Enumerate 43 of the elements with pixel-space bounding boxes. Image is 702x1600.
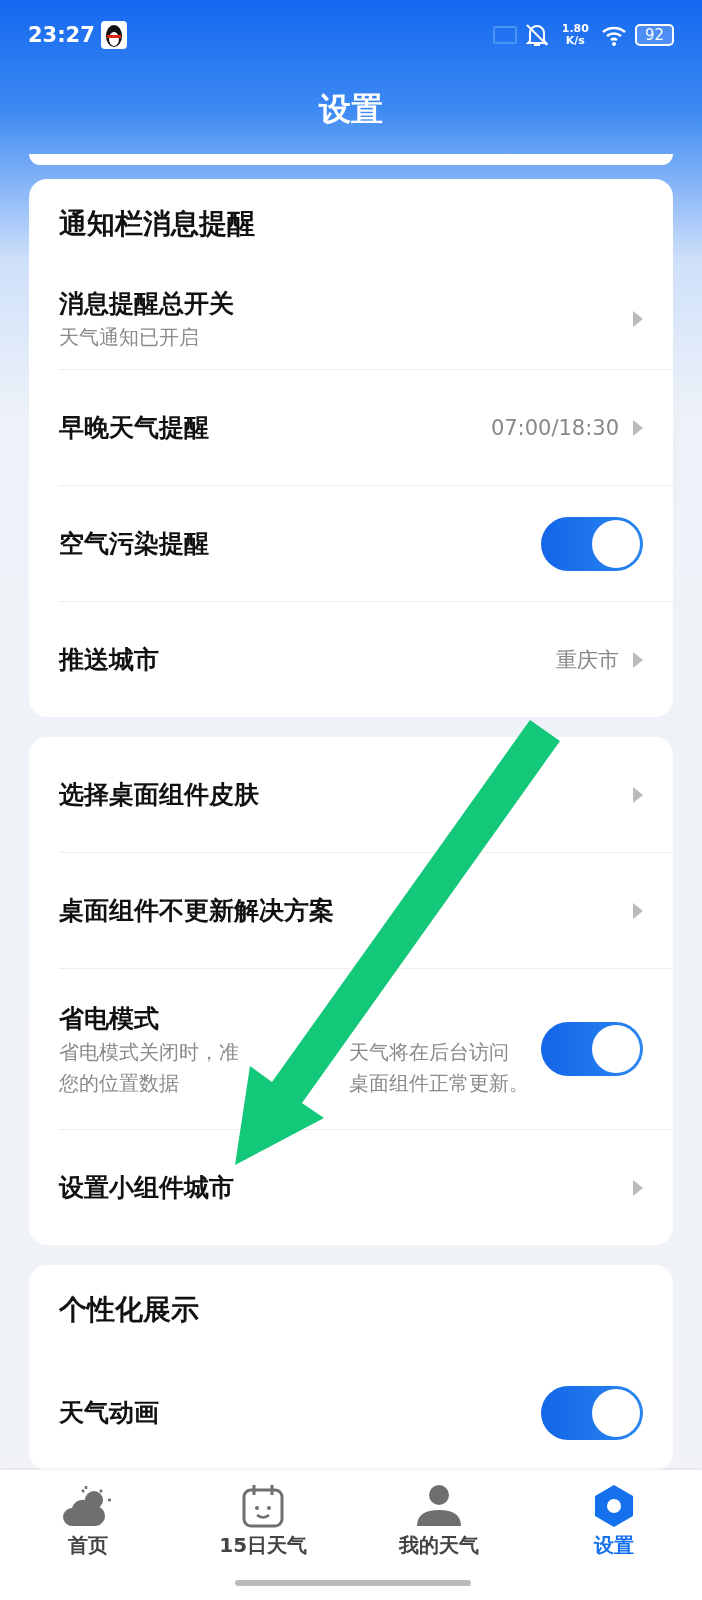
penguin-icon [100,21,127,49]
setting-label: 空气污染提醒 [59,528,210,560]
setting-label: 选择桌面组件皮肤 [59,779,260,811]
chevron-icon [633,786,643,803]
status-time: 23:27 [28,23,95,47]
page-title: 设置 [317,89,384,130]
setting-subtitle: 天气通知已开启 [59,324,200,351]
toggle-switch[interactable] [541,1385,643,1440]
settings-icon [594,1484,635,1528]
setting-label: 桌面组件不更新解决方案 [59,895,335,927]
setting-value: 重庆市 [556,646,619,674]
cloud-sun-icon [61,1484,114,1528]
nav-tab[interactable]: 首页 [0,1470,176,1600]
toggle-switch[interactable] [541,516,643,571]
nav-tab[interactable]: 我的天气 [351,1470,527,1600]
speed-unit: K/s [565,35,585,47]
section-heading: 通知栏消息提醒 [59,206,256,242]
section-heading: 个性化展示 [59,1292,200,1328]
chevron-icon [633,419,643,436]
nav-tab[interactable]: 15日天气 [175,1470,351,1600]
setting-label: 天气动画 [59,1397,160,1429]
person-icon [415,1484,462,1528]
toggle-switch[interactable] [541,1022,643,1076]
cast-icon [491,25,518,45]
setting-value: 07:00/18:30 [490,415,619,440]
chevron-icon [633,311,643,327]
setting-description: 您的位置数据 [59,1069,180,1097]
chevron-icon [633,651,643,668]
setting-description: 桌面组件正常更新。 [349,1069,530,1097]
chevron-icon [633,902,643,919]
setting-label: 推送城市 [59,644,160,676]
setting-label: 设置小组件城市 [59,1172,235,1204]
setting-description: 省电模式关闭时，准 [59,1038,240,1066]
setting-description: 天气将在后台访问 [349,1038,510,1066]
nav-tab[interactable]: 设置 [526,1470,702,1600]
setting-label: 消息提醒总开关 [59,288,235,320]
setting-label: 早晚天气提醒 [59,412,210,444]
speed-value: 1.80 [561,23,589,35]
bell-off-icon [523,22,550,48]
battery-level: 92 [634,24,674,46]
chevron-icon [633,1179,643,1196]
setting-label: 省电模式 [59,1002,160,1035]
calendar-face-icon [241,1484,286,1528]
